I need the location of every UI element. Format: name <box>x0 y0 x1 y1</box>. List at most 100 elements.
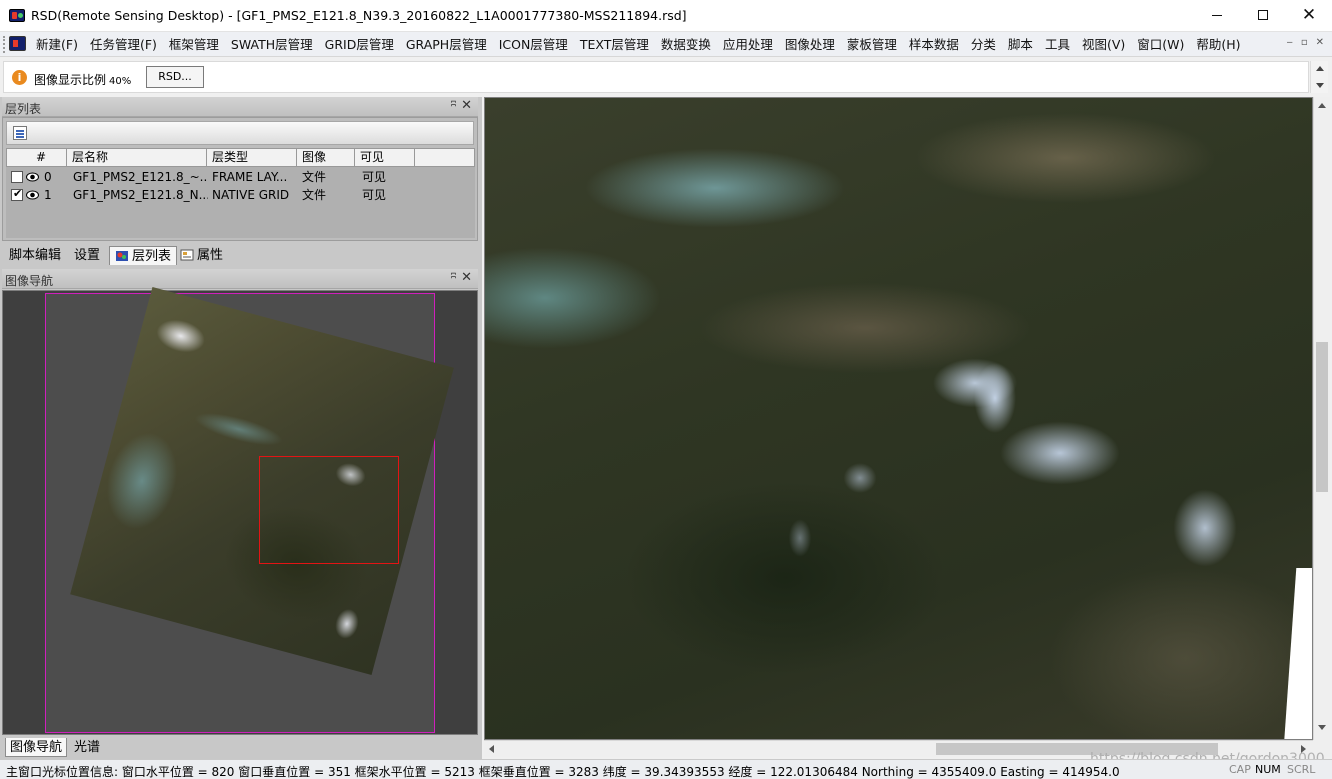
menu-data-transform[interactable]: 数据变换 <box>655 34 717 55</box>
layer-name: GF1_PMS2_E121.8_~... <box>73 170 208 184</box>
menu-script[interactable]: 脚本 <box>1002 34 1039 55</box>
display-scale-value: 40% <box>109 76 132 87</box>
menu-image-processing[interactable]: 图像处理 <box>779 34 841 55</box>
pin-icon[interactable]: ʭ <box>451 271 456 282</box>
layer-visible: 可见 <box>362 188 387 202</box>
menu-items: 新建(F) 任务管理(F) 框架管理 SWATH层管理 GRID层管理 GRAP… <box>30 32 1247 57</box>
layer-image: 文件 <box>302 188 327 202</box>
menu-view[interactable]: 视图(V) <box>1076 34 1131 55</box>
minimize-icon <box>1212 14 1222 16</box>
properties-icon <box>180 249 194 261</box>
layer-panel-close-button[interactable]: ✕ <box>461 98 472 113</box>
layer-table-header: # 层名称 层类型 图像 可见 <box>6 148 475 167</box>
window-title: RSD(Remote Sensing Desktop) - [GF1_PMS2_… <box>31 8 687 23</box>
col-layer-name[interactable]: 层名称 <box>67 149 207 166</box>
menu-icon-layer[interactable]: ICON层管理 <box>493 34 574 55</box>
info-scrollbar[interactable] <box>1310 61 1328 93</box>
layer-name: GF1_PMS2_E121.8_N... <box>73 188 208 202</box>
minimize-button[interactable] <box>1194 0 1240 32</box>
status-bar: 主窗口光标位置信息: 窗口水平位置 = 820 窗口垂直位置 = 351 框架水… <box>0 759 1332 779</box>
nav-viewport-rect[interactable] <box>259 456 399 564</box>
menu-mask-management[interactable]: 蒙板管理 <box>841 34 903 55</box>
vertical-scroll-thumb[interactable] <box>1316 342 1328 492</box>
col-visible[interactable]: 可见 <box>355 149 415 166</box>
tab-script-editor[interactable]: 脚本编辑 <box>4 246 66 265</box>
scroll-down-icon[interactable] <box>1318 725 1326 730</box>
rsd-button[interactable]: RSD... <box>146 66 204 88</box>
nav-frame[interactable] <box>45 287 454 733</box>
title-bar: RSD(Remote Sensing Desktop) - [GF1_PMS2_… <box>0 0 1332 32</box>
main-image-view[interactable] <box>484 97 1313 740</box>
layer-visibility-checkbox[interactable] <box>11 187 23 201</box>
menu-graph-layer[interactable]: GRAPH层管理 <box>400 34 493 55</box>
tab-properties[interactable]: 属性 <box>175 246 228 265</box>
layer-table: # 层名称 层类型 图像 可见 0 GF1_PMS2_E121.8_~... F… <box>6 148 475 238</box>
table-row[interactable]: 0 GF1_PMS2_E121.8_~... FRAME LAY... 文件 可… <box>6 168 475 186</box>
menu-task-management[interactable]: 任务管理(F) <box>84 34 163 55</box>
menu-application[interactable]: 应用处理 <box>717 34 779 55</box>
info-bar: i 图像显示比例 40% RSD... <box>3 61 1309 93</box>
scroll-up-icon[interactable] <box>1316 66 1324 71</box>
menu-frame-management[interactable]: 框架管理 <box>163 34 225 55</box>
pin-icon[interactable]: ʭ <box>451 99 456 110</box>
menu-text-layer[interactable]: TEXT层管理 <box>574 34 655 55</box>
layer-panel-title: 层列表 <box>5 102 42 116</box>
num-indicator: NUM <box>1255 763 1281 776</box>
tab-layer-list-label: 层列表 <box>132 249 172 264</box>
layer-list-icon[interactable] <box>13 126 27 140</box>
eye-icon <box>26 172 39 182</box>
layer-panel-header: 层列表 ʭ ✕ <box>2 97 478 117</box>
layer-type: FRAME LAY... <box>212 170 288 184</box>
layer-image: 文件 <box>302 170 327 184</box>
document-icon[interactable] <box>9 36 26 51</box>
mdi-controls: ‒ ▫ ✕ <box>1286 37 1324 48</box>
mdi-restore-button[interactable]: ▫ <box>1301 37 1308 48</box>
nav-panel-title: 图像导航 <box>5 274 54 288</box>
tab-layer-list[interactable]: 层列表 <box>109 246 178 265</box>
scroll-lock-indicator: SCRL <box>1287 763 1316 776</box>
tab-spectrum[interactable]: 光谱 <box>70 738 104 757</box>
mdi-minimize-button[interactable]: ‒ <box>1286 37 1292 48</box>
maximize-icon <box>1258 10 1268 20</box>
tab-properties-label: 属性 <box>197 248 224 263</box>
scroll-up-icon[interactable] <box>1318 103 1326 108</box>
layer-index: 0 <box>44 170 52 184</box>
layer-visibility-checkbox[interactable] <box>11 171 23 183</box>
nav-panel-close-button[interactable]: ✕ <box>461 270 472 285</box>
menu-window[interactable]: 窗口(W) <box>1131 34 1190 55</box>
menu-tools[interactable]: 工具 <box>1039 34 1076 55</box>
app-icon <box>9 9 25 22</box>
close-button[interactable]: ✕ <box>1286 0 1332 32</box>
scroll-down-icon[interactable] <box>1316 83 1324 88</box>
layer-visible: 可见 <box>362 170 387 184</box>
maximize-button[interactable] <box>1240 0 1286 32</box>
mdi-close-button[interactable]: ✕ <box>1316 37 1324 48</box>
menu-help[interactable]: 帮助(H) <box>1190 34 1246 55</box>
menu-new[interactable]: 新建(F) <box>30 34 84 55</box>
display-scale-label: 图像显示比例 40% <box>34 71 131 88</box>
vertical-scrollbar[interactable] <box>1313 97 1330 740</box>
scroll-left-icon[interactable] <box>489 745 494 753</box>
bottom-tabs: 图像导航 光谱 <box>2 738 478 758</box>
eye-icon <box>26 190 39 200</box>
close-icon: ✕ <box>1301 5 1317 25</box>
display-scale-text: 图像显示比例 <box>34 73 107 87</box>
col-index[interactable]: # <box>7 149 67 166</box>
cursor-position-info: 主窗口光标位置信息: 窗口水平位置 = 820 窗口垂直位置 = 351 框架水… <box>6 765 1120 779</box>
menu-bar: 新建(F) 任务管理(F) 框架管理 SWATH层管理 GRID层管理 GRAP… <box>0 32 1332 57</box>
table-row[interactable]: 1 GF1_PMS2_E121.8_N... NATIVE GRID 文件 可见 <box>6 186 475 204</box>
info-icon: i <box>12 70 27 85</box>
menu-swath-layer[interactable]: SWATH层管理 <box>225 34 319 55</box>
menu-grid-layer[interactable]: GRID层管理 <box>319 34 400 55</box>
col-layer-type[interactable]: 层类型 <box>207 149 297 166</box>
nav-panel-header: 图像导航 ʭ ✕ <box>2 269 478 289</box>
col-image[interactable]: 图像 <box>297 149 355 166</box>
layer-type: NATIVE GRID <box>212 188 290 202</box>
tab-image-navigation[interactable]: 图像导航 <box>5 738 68 757</box>
toolbar-grip[interactable] <box>3 36 6 53</box>
layer-toolbar <box>6 121 474 145</box>
tab-settings[interactable]: 设置 <box>69 246 105 265</box>
menu-classification[interactable]: 分类 <box>965 34 1002 55</box>
menu-sample-data[interactable]: 样本数据 <box>903 34 965 55</box>
layer-index: 1 <box>44 188 52 202</box>
